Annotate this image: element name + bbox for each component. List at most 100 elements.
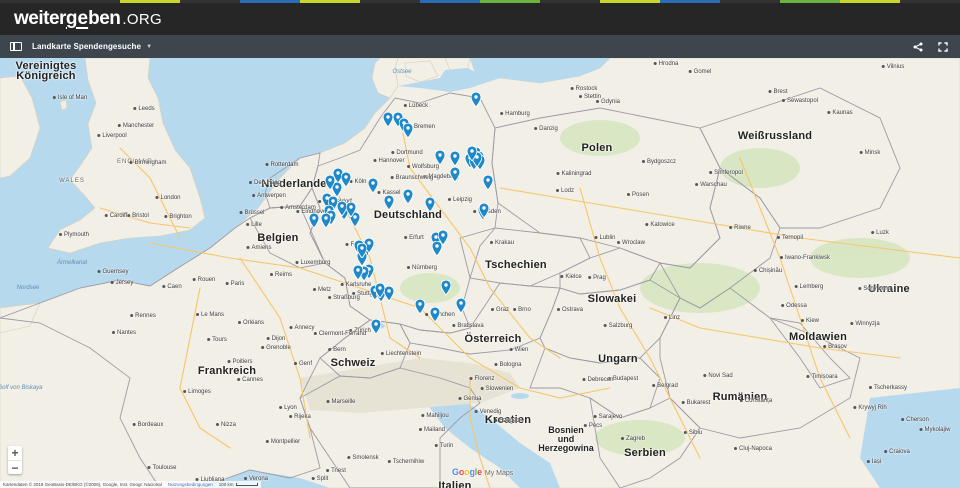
map-pin-icon[interactable]: [384, 195, 394, 210]
zoom-in-button[interactable]: +: [8, 446, 22, 460]
city-label: Bologna: [494, 362, 521, 368]
map-pin-icon[interactable]: [341, 172, 351, 187]
city-label: Cluj-Napoca: [734, 446, 772, 452]
map-canvas[interactable]: Vereinigtes Königreich Niederlande Belgien D…: [0, 58, 960, 488]
city-label: Constanța: [740, 398, 772, 404]
map-pin-icon[interactable]: [456, 298, 466, 313]
scale-bar: 100 km: [219, 482, 258, 487]
city-label: Rennes: [130, 313, 156, 319]
city-label: Belgrad: [652, 383, 678, 389]
map-pin-icon[interactable]: [353, 265, 363, 280]
city-label: Erfurt: [404, 235, 424, 241]
city-label: Rijeka: [289, 414, 311, 420]
side-panel-icon[interactable]: [10, 42, 22, 51]
country-label: Belgien: [257, 232, 299, 244]
map-pin-icon[interactable]: [384, 286, 394, 301]
city-label: Clermont-Ferrand: [314, 331, 366, 337]
city-label: Brno: [513, 307, 531, 313]
city-label: Cannes: [237, 377, 263, 383]
city-label: Hrodna: [654, 61, 679, 67]
city-label: Paris: [226, 281, 245, 287]
city-label: Ternopil: [777, 235, 803, 241]
share-icon[interactable]: [912, 41, 923, 52]
city-label: Krakau: [490, 240, 514, 246]
city-label: Isle of Man: [53, 95, 87, 101]
map-pin-icon[interactable]: [432, 241, 442, 256]
map-pin-icon[interactable]: [321, 213, 331, 228]
city-label: Leeds: [133, 106, 154, 112]
city-label: Split: [312, 476, 329, 482]
city-label: Bratislava: [452, 323, 483, 329]
city-label: Kaliningrad: [556, 171, 591, 177]
city-label: Triest: [326, 468, 346, 474]
map-pin-icon[interactable]: [450, 167, 460, 182]
map-pin-icon[interactable]: [357, 243, 367, 258]
city-label: Tours: [207, 337, 227, 343]
country-label: Schweiz: [330, 357, 376, 369]
scale-label: 100 km: [218, 482, 234, 487]
map-pin-icon[interactable]: [467, 146, 477, 161]
fullscreen-icon[interactable]: [937, 41, 948, 52]
map-pin-icon[interactable]: [450, 151, 460, 166]
map-pin-icon[interactable]: [375, 283, 385, 298]
city-label: Luzk: [871, 230, 889, 236]
region-label: WALES: [59, 178, 85, 184]
map-pin-icon[interactable]: [483, 175, 493, 190]
country-label: Serbien: [624, 447, 666, 459]
city-label: Linz: [664, 315, 680, 321]
city-label: Leipzig: [448, 197, 472, 203]
city-label: Birmingham: [129, 160, 166, 166]
sea-label: Ostsee: [392, 69, 412, 75]
city-label: Lublin: [594, 235, 615, 241]
map-pin-icon[interactable]: [368, 178, 378, 193]
zoom-out-button[interactable]: −: [8, 460, 22, 474]
map-pin-icon[interactable]: [403, 189, 413, 204]
country-label: Slowakei: [587, 293, 637, 305]
city-label: Genf: [294, 361, 312, 367]
city-label: Tschernihiw: [388, 459, 424, 465]
city-label: Venedig: [475, 409, 502, 415]
city-label: Plymouth: [59, 232, 89, 238]
city-label: Gdynia: [596, 99, 620, 105]
country-label: Weißrussland: [737, 130, 813, 142]
city-label: Cardiff: [105, 213, 128, 219]
map-title[interactable]: Landkarte Spendengesuche: [32, 42, 141, 51]
city-label: Katowice: [645, 222, 674, 228]
map-pin-icon[interactable]: [415, 299, 425, 314]
city-label: Rotterdam: [265, 162, 298, 168]
city-label: Amiens: [246, 245, 271, 251]
city-label: Brest: [768, 89, 787, 95]
city-label: Caen: [162, 284, 181, 290]
map-pin-icon[interactable]: [309, 213, 319, 228]
site-logo[interactable]: weiter ge ben .ORG: [14, 8, 162, 30]
city-label: Reims: [270, 272, 292, 278]
country-label: Polen: [581, 142, 613, 154]
map-pin-icon[interactable]: [325, 175, 335, 190]
map-pin-icon[interactable]: [430, 307, 440, 322]
city-label: Karlsruhe: [341, 282, 372, 288]
map-pin-icon[interactable]: [479, 203, 489, 218]
map-pin-icon[interactable]: [403, 123, 413, 138]
city-label: Wroclaw: [617, 240, 645, 246]
city-label: Genua: [458, 396, 481, 402]
map-pin-icon[interactable]: [441, 280, 451, 295]
map-pin-icon[interactable]: [471, 92, 481, 107]
city-label: Rouen: [193, 277, 216, 283]
country-label: Moldawien: [788, 331, 848, 343]
city-label: Ostrava: [557, 307, 583, 313]
city-label: Köln: [349, 179, 366, 185]
city-label: Dijon: [267, 336, 286, 342]
chevron-down-icon[interactable]: ▼: [146, 44, 152, 50]
terms-link[interactable]: Nutzungsbedingungen: [168, 482, 213, 487]
map-pin-icon[interactable]: [383, 112, 393, 127]
city-label: Den Haag: [249, 180, 281, 186]
map-pin-icon[interactable]: [435, 150, 445, 165]
city-label: Winnyzja: [850, 321, 879, 327]
country-label: Herzegowina: [538, 443, 594, 453]
map-pin-icon[interactable]: [425, 197, 435, 212]
map-pin-icon[interactable]: [371, 319, 381, 334]
city-label: Hamburg: [500, 111, 530, 117]
city-label: Brighton: [164, 214, 191, 220]
map-pin-icon[interactable]: [346, 202, 356, 217]
city-label: Pécs: [584, 423, 602, 429]
